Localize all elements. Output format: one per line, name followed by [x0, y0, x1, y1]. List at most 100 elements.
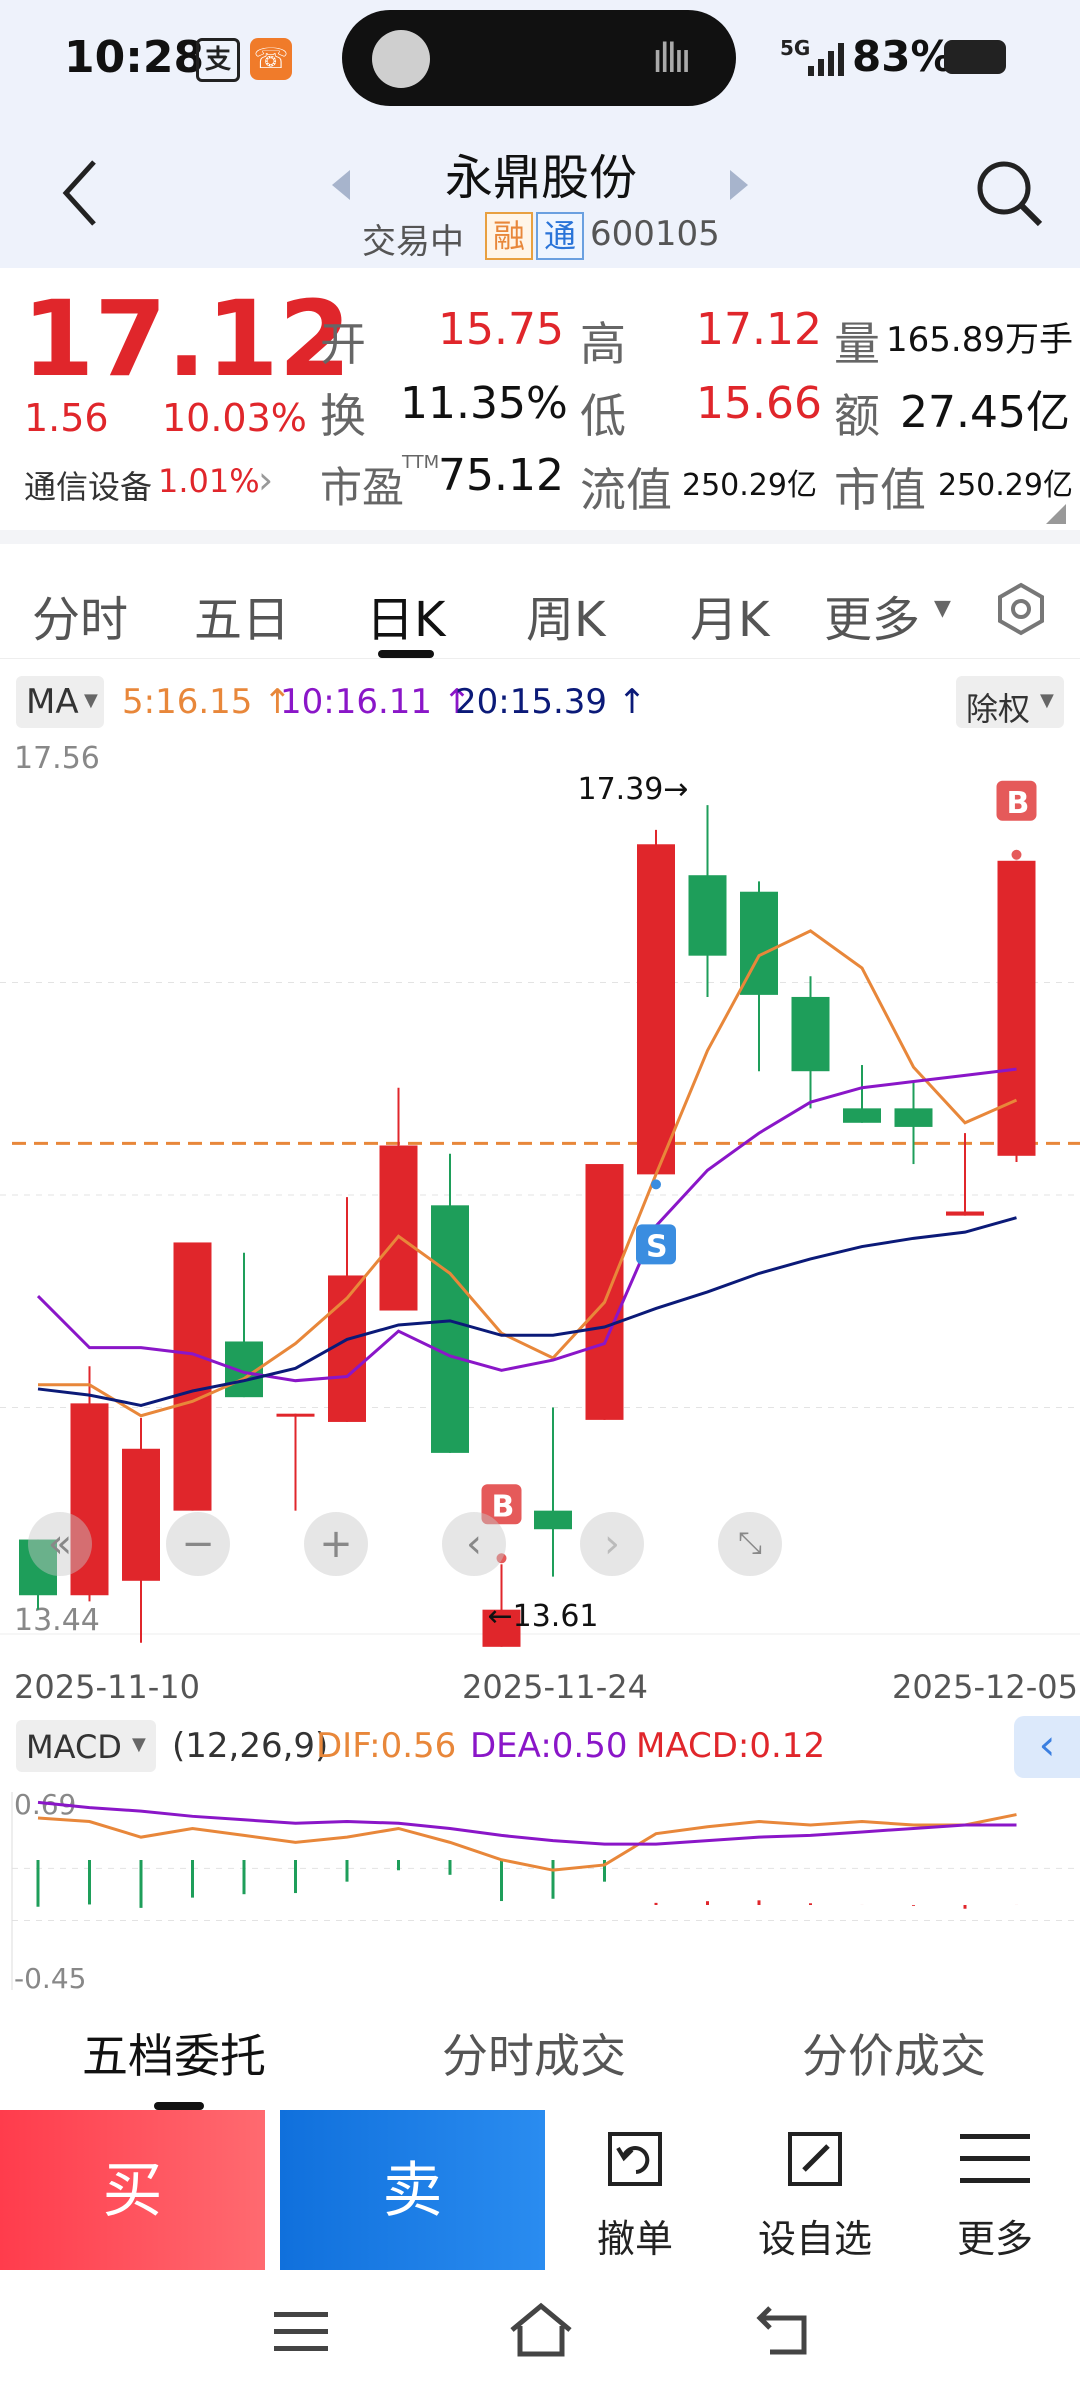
- system-nav-bar: [0, 2270, 1080, 2400]
- candle-body: [997, 860, 1036, 1156]
- sector-chevron-icon[interactable]: ›: [258, 458, 273, 502]
- bottom-tab-indicator: [154, 2102, 204, 2110]
- macd-value: MACD:0.12: [636, 1726, 826, 1766]
- add-watchlist-button[interactable]: 设自选: [750, 2110, 880, 2272]
- stock-name: 永鼎股份: [444, 150, 637, 206]
- candle-body: [122, 1448, 160, 1581]
- candle-body: [276, 1413, 315, 1417]
- dynamic-island: ıllıı: [342, 10, 736, 106]
- volume-label: 量: [834, 317, 880, 371]
- price-change: 1.56: [24, 396, 109, 440]
- kline-chart[interactable]: 17.5613.4417.39→←13.61BSB: [0, 740, 1080, 1660]
- ma5-legend: 5:16.15 ↑: [122, 682, 292, 722]
- more-button[interactable]: 更多: [930, 2110, 1060, 2272]
- undo-icon: [608, 2132, 662, 2186]
- nav-back-icon[interactable]: [756, 2304, 812, 2356]
- y-label-bottom: 13.44: [14, 1603, 100, 1638]
- amount-label: 额: [834, 389, 880, 443]
- settings-icon[interactable]: [994, 582, 1048, 640]
- stock-code: 600105: [590, 214, 720, 254]
- cancel-order-label: 撤单: [596, 2217, 673, 2261]
- expand-corner-icon[interactable]: [1046, 504, 1066, 528]
- more-dropdown-icon[interactable]: ▼: [934, 596, 951, 621]
- zoom-out-icon[interactable]: −: [166, 1512, 230, 1576]
- prev-stock-icon[interactable]: [330, 168, 352, 206]
- status-time: 10:28: [64, 32, 205, 83]
- float-cap-value: 250.29亿: [682, 468, 817, 503]
- sector-pct[interactable]: 1.01%: [158, 462, 260, 500]
- fullscreen-icon[interactable]: ⤡: [718, 1512, 782, 1576]
- adjust-selector[interactable]: 除权 ▼: [956, 676, 1064, 728]
- low-annotation: ←13.61: [488, 1599, 599, 1634]
- signal-dot: [1011, 849, 1022, 860]
- scroll-left-icon[interactable]: ‹: [442, 1512, 506, 1576]
- next-stock-icon[interactable]: [728, 168, 750, 206]
- macd-params: (12,26,9): [172, 1726, 329, 1766]
- buy-button[interactable]: 买: [0, 2110, 265, 2272]
- tab-monthly-k[interactable]: 月K: [690, 580, 769, 650]
- back-icon[interactable]: [60, 158, 100, 232]
- adjust-label: 除权: [966, 690, 1031, 728]
- tab-weekly-k[interactable]: 周K: [526, 580, 605, 650]
- pe-label: 市盈: [320, 463, 405, 512]
- high-label: 高: [580, 317, 626, 371]
- tab-intraday[interactable]: 分时: [32, 580, 128, 650]
- y-label-top: 17.56: [14, 741, 100, 776]
- period-tabs: 分时 五日 日K 周K 月K 更多 ▼: [0, 540, 1080, 659]
- edit-icon: [788, 2132, 842, 2186]
- signal-icon: [808, 42, 848, 78]
- action-bar: 买 卖 撤单 设自选 更多: [0, 2110, 1080, 2272]
- signal-label: S: [646, 1229, 668, 1264]
- candle-body: [637, 844, 675, 1175]
- search-icon[interactable]: [974, 158, 1044, 232]
- high-annotation: 17.39→: [578, 772, 689, 807]
- tab-five-day[interactable]: 五日: [194, 580, 290, 650]
- sell-button[interactable]: 卖: [280, 2110, 545, 2272]
- bottom-tab-strip: [0, 2000, 1080, 2110]
- battery-icon: [944, 40, 1006, 74]
- candle-body: [585, 1164, 624, 1420]
- low-value: 15.66: [696, 378, 822, 429]
- x-label-mid: 2025-11-24: [462, 1668, 648, 1706]
- price-change-pct: 10.03%: [162, 396, 307, 440]
- cancel-order-button[interactable]: 撤单: [570, 2110, 700, 2272]
- macd-chart[interactable]: 0.69-0.45: [0, 1780, 1080, 2000]
- home-icon[interactable]: [508, 2302, 574, 2358]
- float-cap-label: 流值: [580, 463, 672, 517]
- last-price: 17.12: [22, 278, 351, 400]
- candle-body: [688, 875, 727, 956]
- active-tab-indicator: [378, 650, 434, 658]
- trade-status: 交易中: [362, 222, 464, 262]
- macd-dif: DIF:0.56: [316, 1726, 457, 1766]
- avatar: [372, 30, 430, 88]
- collapse-panel-icon[interactable]: ‹: [1014, 1716, 1080, 1778]
- recent-apps-icon[interactable]: [274, 2310, 328, 2354]
- ma20-legend: 20:15.39 ↑: [455, 682, 647, 722]
- candle-body: [843, 1108, 881, 1123]
- scroll-right-icon[interactable]: ›: [580, 1512, 644, 1576]
- macd-selector[interactable]: MACD ▼: [16, 1720, 156, 1772]
- network-type: 5G: [780, 36, 811, 60]
- scroll-left-fast-icon[interactable]: «: [28, 1512, 92, 1576]
- candle-body: [534, 1510, 572, 1530]
- chevron-down-icon: ▼: [84, 690, 98, 711]
- margin-tag: 融: [485, 212, 533, 260]
- zoom-in-icon[interactable]: +: [304, 1512, 368, 1576]
- pe-value: 75.12: [438, 450, 564, 501]
- audio-wave-icon: ıllıı: [652, 36, 692, 82]
- status-bar: 10:28 支 ☏ ıllıı 5G 83%: [0, 0, 1080, 118]
- ma-selector[interactable]: MA ▼: [16, 676, 104, 728]
- connect-tag: 通: [536, 212, 584, 260]
- x-label-end: 2025-12-05: [892, 1668, 1078, 1706]
- tab-more[interactable]: 更多: [824, 580, 920, 650]
- stock-header: 永鼎股份 交易中 融 通 600105: [0, 118, 1080, 268]
- candle-body: [431, 1205, 469, 1453]
- candle-body: [894, 1108, 933, 1127]
- menu-icon: [960, 2134, 1030, 2183]
- sector-name[interactable]: 通信设备: [24, 462, 152, 508]
- macd-y-bottom: -0.45: [14, 1962, 86, 1995]
- tab-daily-k[interactable]: 日K: [366, 580, 445, 650]
- candle-body: [791, 996, 830, 1072]
- mkt-cap-label: 市值: [834, 463, 926, 517]
- quote-panel: 17.12 1.56 10.03% 通信设备 1.01% › 开 15.75 高…: [0, 268, 1080, 530]
